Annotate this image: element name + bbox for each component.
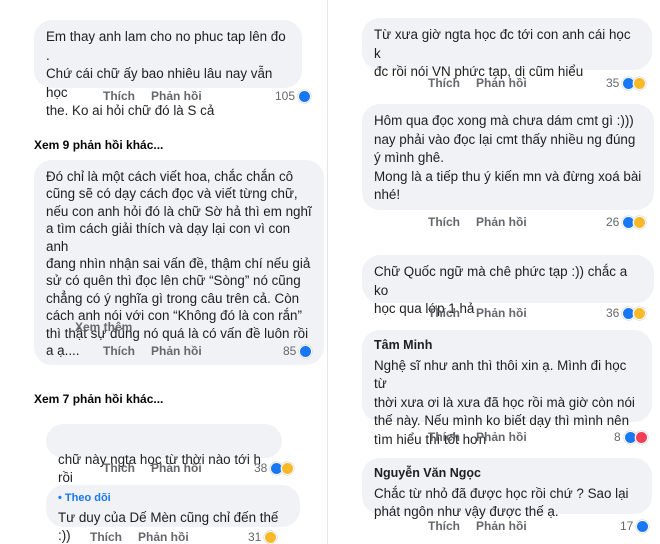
comment-actions: Thích Phản hồi — [90, 530, 189, 544]
comment-bubble: Đó chỉ là một cách viết hoa, chắc chắn c… — [34, 160, 324, 365]
reply-button[interactable]: Phản hồi — [151, 344, 202, 358]
comment-text: Từ xưa giờ ngta học đc tới con anh cái h… — [374, 27, 631, 80]
like-button[interactable]: Thích — [428, 430, 460, 444]
comment-bubble: Từ xưa giờ ngta học đc tới con anh cái h… — [362, 18, 652, 79]
like-button[interactable]: Thích — [103, 461, 135, 475]
comment-bubble: Hôm qua đọc xong mà chưa dám cmt gì :)))… — [362, 104, 654, 210]
love-reaction-icon — [634, 430, 648, 444]
comment-actions: Thích Phản hồi — [428, 306, 527, 320]
follow-link[interactable]: • Theo dõi — [58, 489, 288, 508]
comment-bubble: Nguyễn Văn Ngọc Chắc từ nhỏ đã được học … — [362, 458, 652, 519]
comment-bubble: Chữ Quốc ngữ mà chê phức tạp :)) chắc a … — [362, 255, 654, 316]
like-button[interactable]: Thích — [103, 344, 135, 358]
like-reaction-icon — [636, 519, 650, 533]
reaction-count: 85 — [283, 344, 297, 358]
view-more-replies-link[interactable]: Xem 9 phản hồi khác... — [34, 138, 163, 152]
like-button[interactable]: Thích — [103, 89, 135, 103]
comment-bubble: Em thay anh lam cho no phuc tap lên đo .… — [34, 20, 302, 118]
haha-reaction-icon — [264, 530, 278, 544]
reply-button[interactable]: Phản hồi — [476, 76, 527, 90]
haha-reaction-icon — [633, 306, 647, 320]
reaction-summary[interactable]: 8 — [614, 430, 648, 444]
comment-actions: Thích Phản hồi — [103, 344, 202, 358]
comment-actions: Thích Phản hồi — [428, 430, 527, 444]
comment-text: Chắc từ nhỏ đã được học rồi chứ ? Sao lạ… — [374, 485, 629, 520]
reply-button[interactable]: Phản hồi — [476, 215, 527, 229]
reply-button[interactable]: Phản hồi — [151, 89, 202, 103]
reaction-count: 8 — [614, 430, 621, 444]
reaction-summary[interactable]: 105 — [275, 89, 312, 103]
comment-actions: Thích Phản hồi — [428, 519, 527, 533]
haha-reaction-icon — [633, 76, 647, 90]
reaction-count: 36 — [606, 306, 620, 320]
comment-actions: Thích Phản hồi — [428, 215, 527, 229]
reaction-summary[interactable]: 26 — [606, 215, 647, 229]
reaction-count: 31 — [248, 530, 262, 544]
like-button[interactable]: Thích — [428, 306, 460, 320]
reply-button[interactable]: Phản hồi — [476, 430, 527, 444]
reaction-count: 35 — [606, 76, 620, 90]
comment-text: Hôm qua đọc xong mà chưa dám cmt gì :)))… — [374, 113, 642, 203]
reaction-count: 105 — [275, 89, 296, 103]
reaction-count: 26 — [606, 215, 620, 229]
reply-button[interactable]: Phản hồi — [476, 519, 527, 533]
reaction-count: 38 — [254, 461, 268, 475]
comment-text: Em thay anh lam cho no phuc tap lên đo .… — [46, 29, 286, 119]
comment-bubble: • Theo dõi Tư duy của Dế Mèn cũng chỉ đế… — [46, 485, 300, 543]
comment-bubble: Tâm Minh Nghệ sĩ như anh thì thôi xin ạ.… — [362, 330, 652, 447]
reaction-summary[interactable]: 31 — [248, 530, 278, 544]
like-reaction-icon — [298, 89, 312, 103]
comment-actions: Thích Phản hồi — [103, 461, 202, 475]
reaction-summary[interactable]: 36 — [606, 306, 647, 320]
comment-bubble: chữ này ngta học từ thời nào tới h rồi — [46, 424, 282, 505]
reaction-summary[interactable]: 35 — [606, 76, 647, 90]
view-more-replies-link[interactable]: Xem 7 phản hồi khác... — [34, 392, 163, 406]
comment-author[interactable]: Tâm Minh — [374, 336, 640, 355]
reply-button[interactable]: Phản hồi — [138, 530, 189, 544]
haha-reaction-icon — [633, 215, 647, 229]
like-button[interactable]: Thích — [428, 519, 460, 533]
comment-actions: Thích Phản hồi — [428, 76, 527, 90]
reply-button[interactable]: Phản hồi — [476, 306, 527, 320]
like-button[interactable]: Thích — [428, 76, 460, 90]
reaction-count: 17 — [620, 519, 634, 533]
reply-button[interactable]: Phản hồi — [151, 461, 202, 475]
comment-actions: Thích Phản hồi — [103, 89, 202, 103]
column-divider — [327, 0, 328, 544]
comment-author[interactable]: Nguyễn Văn Ngọc — [374, 464, 640, 483]
see-more-link[interactable]: Xem thêm — [75, 320, 132, 334]
reaction-summary[interactable]: 17 — [620, 519, 650, 533]
like-reaction-icon — [299, 344, 313, 358]
reaction-summary[interactable]: 85 — [283, 344, 313, 358]
haha-reaction-icon — [281, 461, 295, 475]
like-button[interactable]: Thích — [428, 215, 460, 229]
reaction-summary[interactable]: 38 — [254, 461, 295, 475]
like-button[interactable]: Thích — [90, 530, 122, 544]
